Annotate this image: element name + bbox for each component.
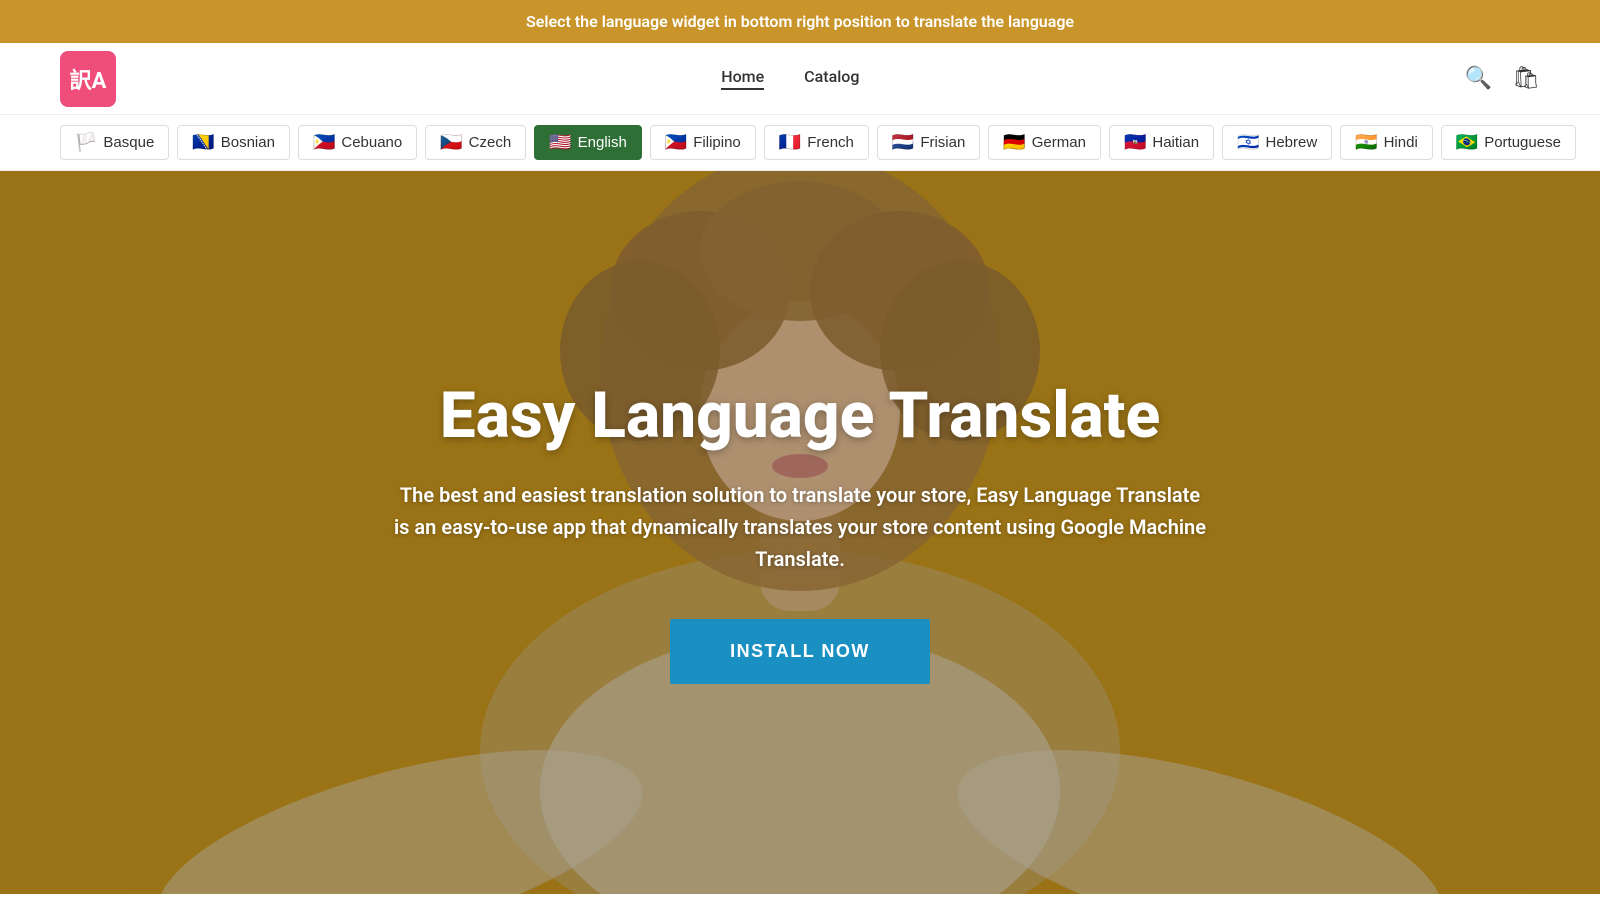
header: 訳A Home Catalog 🔍 🛍 [0,43,1600,115]
flag-german: 🇩🇪 [1003,132,1025,153]
lang-label-english: English [578,134,627,151]
flag-english: 🇺🇸 [549,132,571,153]
main-nav: Home Catalog [116,67,1465,90]
flag-cebuano: 🇵🇭 [313,132,335,153]
lang-btn-basque[interactable]: 🏳️ Basque [60,125,169,160]
lang-label-hindi: Hindi [1384,134,1418,151]
flag-french: 🇫🇷 [779,132,801,153]
lang-label-basque: Basque [103,134,154,151]
flag-frisian: 🇳🇱 [892,132,914,153]
lang-btn-czech[interactable]: 🇨🇿 Czech [425,125,526,160]
lang-btn-english[interactable]: 🇺🇸 English [534,125,642,160]
lang-btn-haitian[interactable]: 🇭🇹 Haitian [1109,125,1214,160]
nav-catalog[interactable]: Catalog [804,67,859,90]
top-banner: Select the language widget in bottom rig… [0,0,1600,43]
lang-btn-german[interactable]: 🇩🇪 German [988,125,1101,160]
hero-content: Easy Language Translate The best and eas… [350,381,1250,684]
lang-label-portuguese: Portuguese [1484,134,1561,151]
lang-btn-frisian[interactable]: 🇳🇱 Frisian [877,125,980,160]
logo-area: 訳A [60,51,116,107]
hero-section: Easy Language Translate The best and eas… [0,171,1600,894]
flag-filipino: 🇵🇭 [665,132,687,153]
lang-btn-portuguese[interactable]: 🇧🇷 Portuguese [1441,125,1576,160]
header-icons: 🔍 🛍 [1465,66,1540,91]
logo-text: 訳A [70,63,107,95]
lang-btn-hebrew[interactable]: 🇮🇱 Hebrew [1222,125,1332,160]
language-bar: 🏳️ Basque 🇧🇦 Bosnian 🇵🇭 Cebuano 🇨🇿 Czech 🇺🇸 Engli… [0,115,1600,171]
flag-czech: 🇨🇿 [440,132,462,153]
lang-btn-cebuano[interactable]: 🇵🇭 Cebuano [298,125,417,160]
banner-text: Select the language widget in bottom rig… [526,12,1074,31]
logo[interactable]: 訳A [60,51,116,107]
lang-btn-bosnian[interactable]: 🇧🇦 Bosnian [177,125,290,160]
flag-portuguese: 🇧🇷 [1456,132,1478,153]
lang-label-haitian: Haitian [1152,134,1199,151]
lang-btn-french[interactable]: 🇫🇷 French [764,125,869,160]
lang-btn-filipino[interactable]: 🇵🇭 Filipino [650,125,756,160]
cart-icon[interactable]: 🛍 [1512,66,1540,91]
hero-subtitle: The best and easiest translation solutio… [390,479,1210,575]
flag-hindi: 🇮🇳 [1355,132,1377,153]
lang-label-german: German [1032,134,1086,151]
nav-home[interactable]: Home [721,67,764,90]
lang-label-czech: Czech [469,134,512,151]
install-now-button[interactable]: INSTALL NOW [670,619,930,684]
flag-hebrew: 🇮🇱 [1237,132,1259,153]
lang-label-filipino: Filipino [693,134,741,151]
lang-label-frisian: Frisian [920,134,965,151]
flag-bosnian: 🇧🇦 [192,132,214,153]
lang-label-bosnian: Bosnian [221,134,275,151]
lang-label-cebuano: Cebuano [341,134,402,151]
hero-title: Easy Language Translate [390,381,1210,451]
lang-label-hebrew: Hebrew [1265,134,1317,151]
search-icon[interactable]: 🔍 [1465,66,1492,91]
lang-btn-hindi[interactable]: 🇮🇳 Hindi [1340,125,1433,160]
flag-haitian: 🇭🇹 [1124,132,1146,153]
flag-basque: 🏳️ [75,132,97,153]
lang-label-french: French [807,134,854,151]
